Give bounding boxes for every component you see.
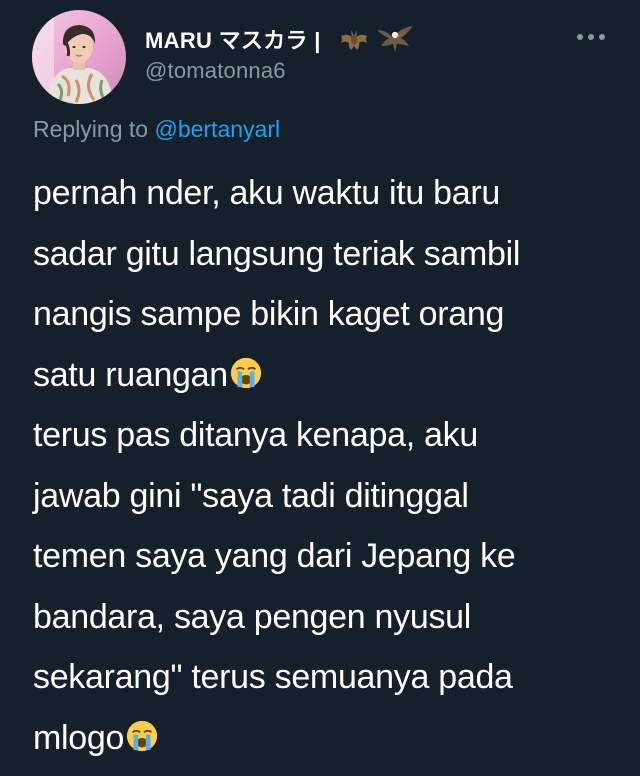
tweet-text-line-with-emoji: satu ruangan <box>33 345 623 406</box>
tweet-text-segment: satu ruangan <box>33 355 228 394</box>
tweet-text-line: jawab gini "saya tadi ditinggal <box>33 476 469 515</box>
loudly-crying-face-emoji <box>125 719 159 753</box>
author-name-row[interactable]: MARU マスカラ | <box>145 22 415 56</box>
tweet-text-line: sekarang" terus semuanya pada <box>33 658 513 696</box>
tweet-text-line: sadar gitu langsung teriak sambil <box>33 234 521 273</box>
loudly-crying-face-emoji <box>229 356 263 390</box>
author-handle[interactable]: @tomatonna6 <box>145 58 286 84</box>
eagle-icon <box>375 24 415 54</box>
avatar-image <box>32 10 126 104</box>
tweet-text-line: terus pas ditanya kenapa, aku <box>33 416 478 454</box>
tweet-text: pernah nder, aku waktu itu baru sadar gi… <box>33 163 623 768</box>
bat-icon <box>337 24 371 54</box>
display-name[interactable]: MARU マスカラ | <box>145 23 321 55</box>
tweet-text-segment: mlogo <box>33 718 125 757</box>
tweet-text-line: bandara, saya pengen nyusul <box>33 597 472 636</box>
tweet-text-line: temen saya yang dari Jepang ke <box>33 537 516 575</box>
more-dots-icon[interactable] <box>575 30 607 42</box>
tweet-text-line-with-emoji: mlogo <box>33 708 623 769</box>
tweet-text-line: pernah nder, aku waktu itu baru <box>33 174 501 212</box>
replying-label: Replying to <box>33 116 149 142</box>
tweet: MARU マスカラ | @tomatonna6 Replying to @ber… <box>0 0 640 776</box>
replying-mention-link[interactable]: @bertanyarl <box>154 116 280 142</box>
avatar[interactable] <box>32 10 126 104</box>
name-emoji-group <box>337 24 415 54</box>
tweet-text-line: nangis sampe bikin kaget orang <box>33 295 505 333</box>
replying-to: Replying to @bertanyarl <box>33 116 280 143</box>
